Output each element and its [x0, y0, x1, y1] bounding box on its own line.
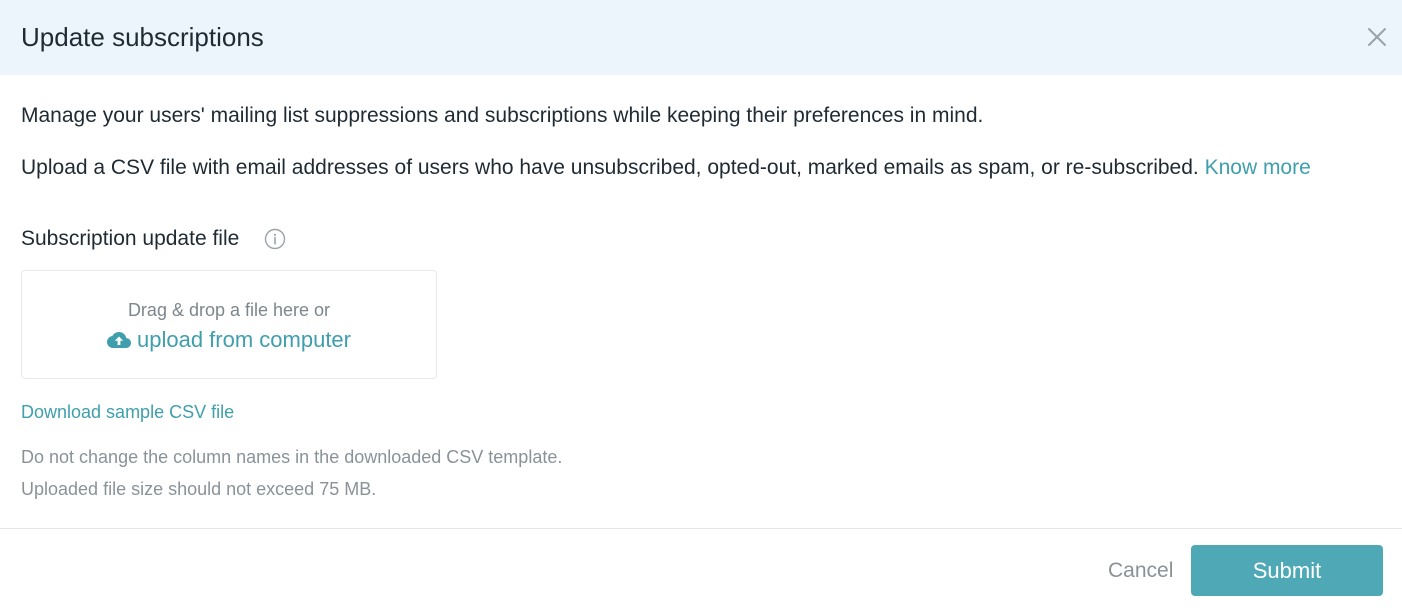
field-label: Subscription update file [21, 227, 240, 250]
note-file-size: Uploaded file size should not exceed 75 … [21, 479, 377, 499]
know-more-link[interactable]: Know more [1205, 156, 1311, 179]
upload-label: upload from computer [137, 327, 351, 352]
info-icon[interactable] [264, 228, 286, 250]
modal-title: Update subscriptions [21, 22, 264, 52]
note-column-names: Do not change the column names in the do… [21, 447, 563, 467]
intro-text: Manage your users' mailing list suppress… [21, 104, 984, 127]
upload-description-text: Upload a CSV file with email addresses o… [21, 156, 1199, 179]
upload-from-computer-link[interactable]: upload from computer [22, 325, 436, 355]
dropzone-hint: Drag & drop a file here or [127, 300, 331, 320]
footer-divider [0, 528, 1402, 529]
cancel-button[interactable]: Cancel [1108, 556, 1173, 586]
close-icon[interactable] [1366, 26, 1388, 48]
update-subscriptions-modal: Update subscriptions Manage your users' … [0, 0, 1402, 610]
upload-description: Upload a CSV file with email addresses o… [21, 154, 1311, 182]
download-sample-csv-link[interactable]: Download sample CSV file [21, 399, 234, 425]
modal-header: Update subscriptions [0, 0, 1402, 75]
submit-button[interactable]: Submit [1191, 545, 1383, 596]
cloud-upload-icon [107, 332, 131, 348]
file-dropzone[interactable]: Drag & drop a file here or upload from c… [21, 270, 437, 379]
